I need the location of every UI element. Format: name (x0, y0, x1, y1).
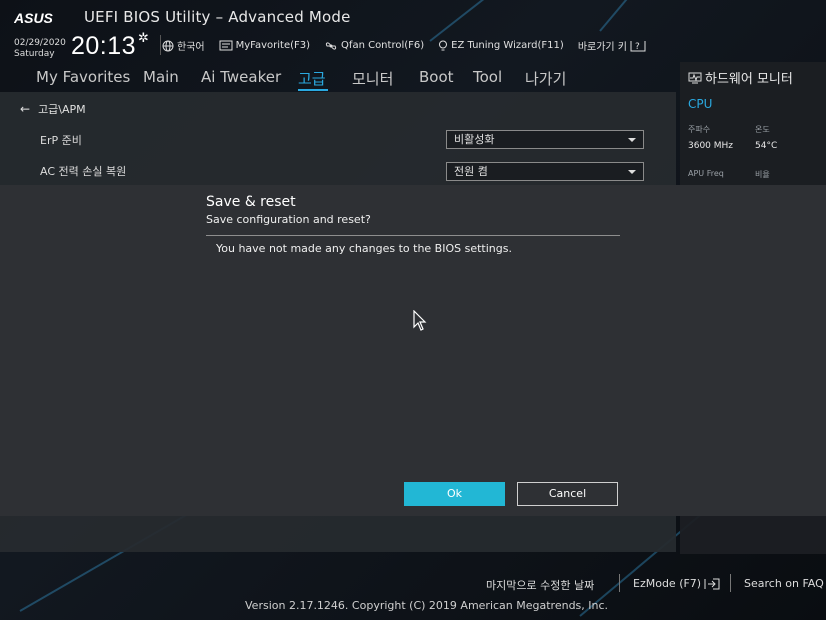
save-reset-dialog: Save & reset Save configuration and rese… (0, 185, 826, 516)
footer-divider (730, 574, 731, 592)
back-arrow-icon[interactable]: ← (20, 102, 30, 116)
setting-ac-power-loss-value: 전원 켬 (454, 165, 488, 178)
myfavorite-icon (219, 40, 233, 51)
asus-logo: ASUS (14, 10, 54, 26)
chevron-down-icon (628, 170, 636, 174)
chevron-down-icon (628, 138, 636, 142)
language-button[interactable]: 한국어 (162, 38, 205, 53)
myfavorite-label: MyFavorite(F3) (235, 40, 311, 51)
language-label: 한국어 (177, 42, 205, 53)
ez-tuning-wizard-button[interactable]: EZ Tuning Wizard(F11) (438, 40, 564, 52)
apu-freq-label: APU Freq (688, 169, 724, 178)
tab-monitor[interactable]: 모니터 (352, 68, 393, 89)
tab-main[interactable]: Main (143, 68, 179, 86)
help-key-icon: ? (630, 41, 646, 52)
date-display: 02/29/2020 Saturday (14, 38, 66, 60)
globe-icon (162, 40, 174, 51)
svg-text:ASUS: ASUS (14, 10, 54, 26)
setting-ac-power-loss-select[interactable]: 전원 켬 (446, 162, 644, 181)
tab-exit[interactable]: 나가기 (525, 68, 566, 89)
cancel-button[interactable]: Cancel (517, 482, 618, 506)
breadcrumb[interactable]: ← 고급\APM (20, 101, 86, 117)
footer: 마지막으로 수정한 날짜 EzMode (F7) Search on FAQ V… (0, 560, 826, 620)
dialog-divider (206, 235, 620, 236)
ezmode-icon (704, 578, 720, 589)
cpu-temp-value: 54°C (755, 141, 778, 151)
setting-erp-select[interactable]: 비활성화 (446, 130, 644, 149)
hardware-monitor-label: 하드웨어 모니터 (705, 72, 793, 87)
ratio-label: 비율 (755, 170, 770, 179)
fan-icon (325, 42, 337, 49)
header: ASUS UEFI BIOS Utility – Advanced Mode 0… (0, 0, 826, 66)
tab-my-favorites[interactable]: My Favorites (36, 68, 130, 86)
ezmode-button[interactable]: EzMode (F7) (633, 577, 720, 590)
hotkeys-button[interactable]: 바로가기 키 ? (578, 38, 649, 53)
date-text: 02/29/2020 (14, 38, 66, 48)
header-tools: 한국어 MyFavorite(F3) Qfan Control(F6) EZ T… (162, 38, 663, 53)
cpu-temp-label: 온도 (755, 125, 770, 134)
qfan-control-button[interactable]: Qfan Control(F6) (324, 40, 424, 52)
mouse-cursor-icon (413, 310, 427, 331)
monitor-icon (688, 72, 702, 83)
footer-divider (619, 574, 620, 592)
breadcrumb-label: 고급\APM (38, 103, 86, 116)
search-faq-button[interactable]: Search on FAQ (744, 577, 824, 590)
cpu-section-title: CPU (688, 97, 713, 111)
setting-erp-label: ErP 준비 (40, 134, 82, 147)
main-nav: My Favorites Main Ai Tweaker 고급 모니터 Boot… (0, 62, 680, 92)
hotkeys-label: 바로가기 키 (577, 42, 627, 53)
setting-ac-power-loss-label: AC 전력 손실 복원 (40, 165, 127, 178)
day-text: Saturday (14, 49, 55, 59)
hardware-monitor-title: 하드웨어 모니터 (688, 68, 793, 87)
tab-tool[interactable]: Tool (473, 68, 502, 86)
myfavorite-button[interactable]: MyFavorite(F3) (219, 40, 310, 51)
ez-tuning-wizard-label: EZ Tuning Wizard(F11) (451, 40, 564, 51)
active-tab-underline (298, 89, 328, 91)
time-display: 20:13 (71, 32, 137, 60)
dialog-subtitle: Save configuration and reset? (206, 213, 371, 226)
cpu-freq-label: 주파수 (688, 125, 711, 134)
qfan-control-label: Qfan Control(F6) (341, 40, 425, 51)
tab-advanced[interactable]: 고급 (298, 68, 326, 89)
dialog-message: You have not made any changes to the BIO… (216, 242, 512, 255)
version-text: Version 2.17.1246. Copyright (C) 2019 Am… (245, 599, 609, 612)
last-modified-button[interactable]: 마지막으로 수정한 날짜 (486, 577, 594, 593)
dialog-title: Save & reset (206, 194, 296, 210)
setting-erp-value: 비활성화 (454, 133, 495, 146)
lightbulb-icon (439, 40, 448, 50)
ezmode-label: EzMode (F7) (633, 577, 702, 590)
settings-gear-icon[interactable]: ✲ (138, 31, 149, 46)
app-title: UEFI BIOS Utility – Advanced Mode (84, 8, 351, 26)
header-divider (160, 35, 161, 55)
svg-text:?: ? (635, 42, 640, 52)
cpu-freq-value: 3600 MHz (688, 141, 734, 151)
tab-boot[interactable]: Boot (419, 68, 454, 86)
tab-ai-tweaker[interactable]: Ai Tweaker (201, 68, 281, 86)
ok-button[interactable]: Ok (404, 482, 505, 506)
